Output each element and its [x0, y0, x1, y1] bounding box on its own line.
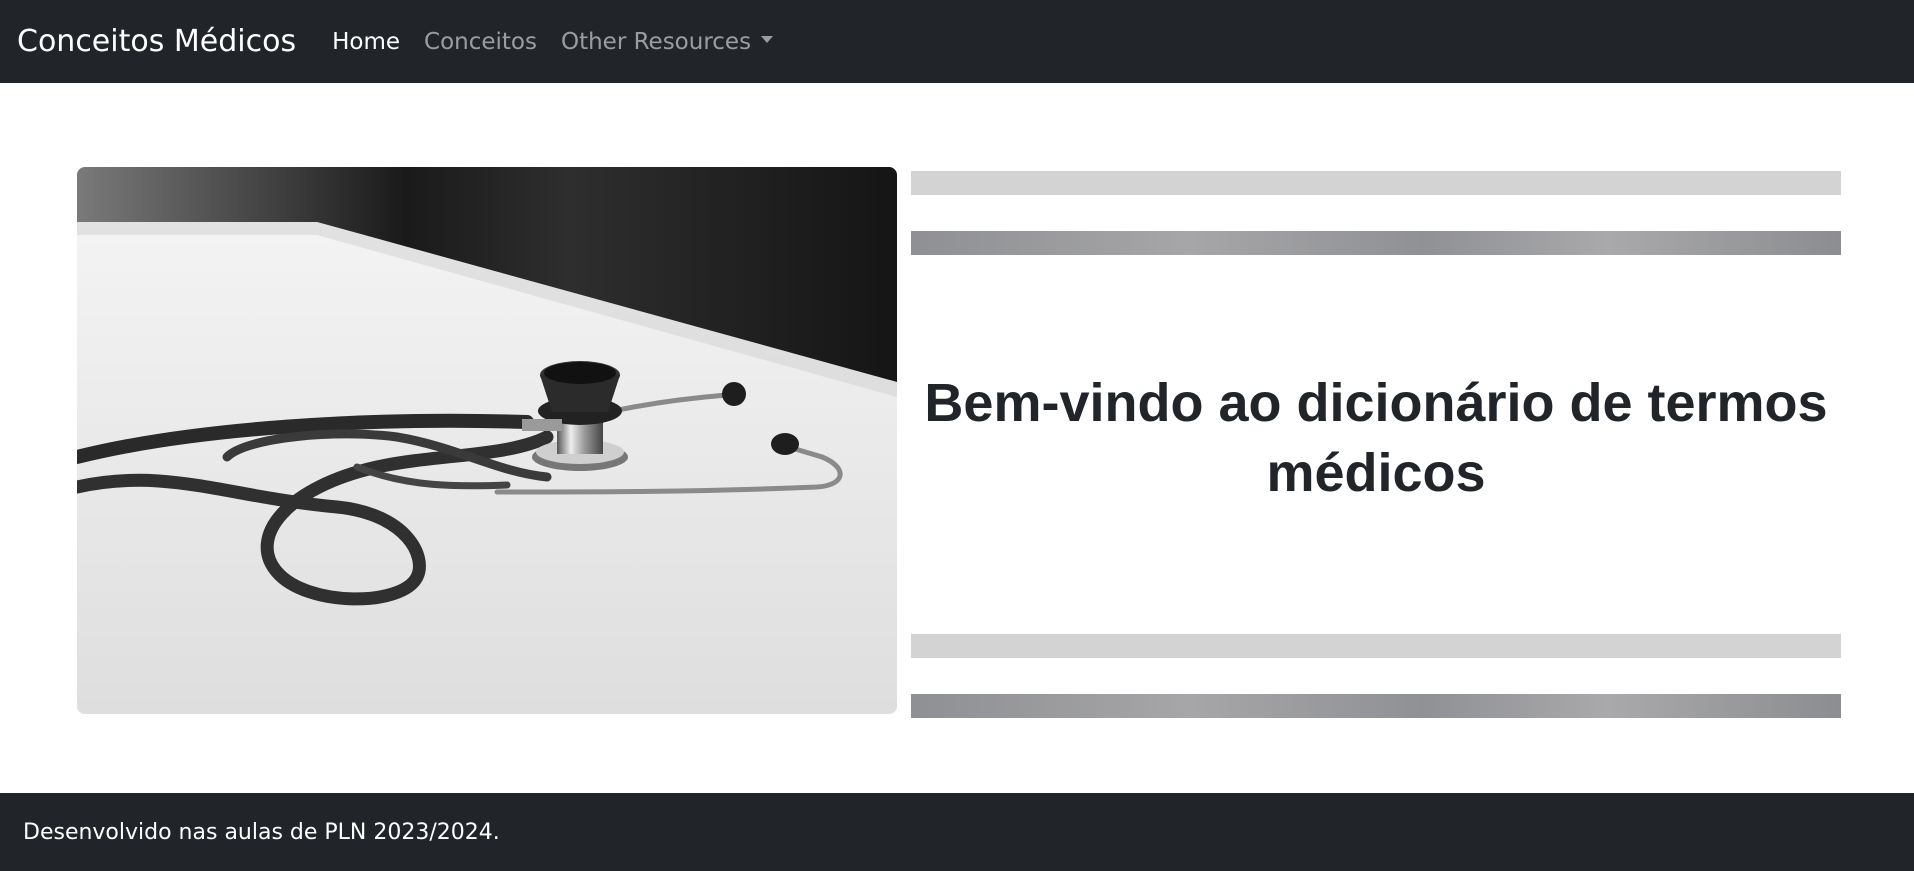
decorative-bar-bottom-light — [911, 634, 1841, 658]
nav-dropdown-label: Other Resources — [560, 28, 752, 55]
page-footer: Desenvolvido nas aulas de PLN 2023/2024. — [0, 793, 1914, 871]
stethoscope-photo-icon — [77, 167, 897, 714]
footer-text: Desenvolvido nas aulas de PLN 2023/2024. — [23, 819, 500, 845]
caret-down-icon — [761, 35, 774, 43]
nav-link-home[interactable]: Home — [332, 29, 400, 55]
decorative-bar-top-dark — [911, 231, 1841, 255]
nav-link-conceitos[interactable]: Conceitos — [424, 29, 537, 55]
nav-dropdown-other-resources[interactable]: Other Resources — [560, 28, 774, 55]
stethoscope-image — [77, 167, 897, 714]
top-navbar: Conceitos Médicos Home Conceitos Other R… — [0, 0, 1914, 83]
decorative-bar-bottom-dark — [911, 694, 1841, 718]
decorative-bar-top-light — [911, 171, 1841, 195]
welcome-heading: Bem-vindo ao dicionário de termos médico… — [924, 373, 1828, 503]
navbar-brand[interactable]: Conceitos Médicos — [17, 24, 296, 59]
